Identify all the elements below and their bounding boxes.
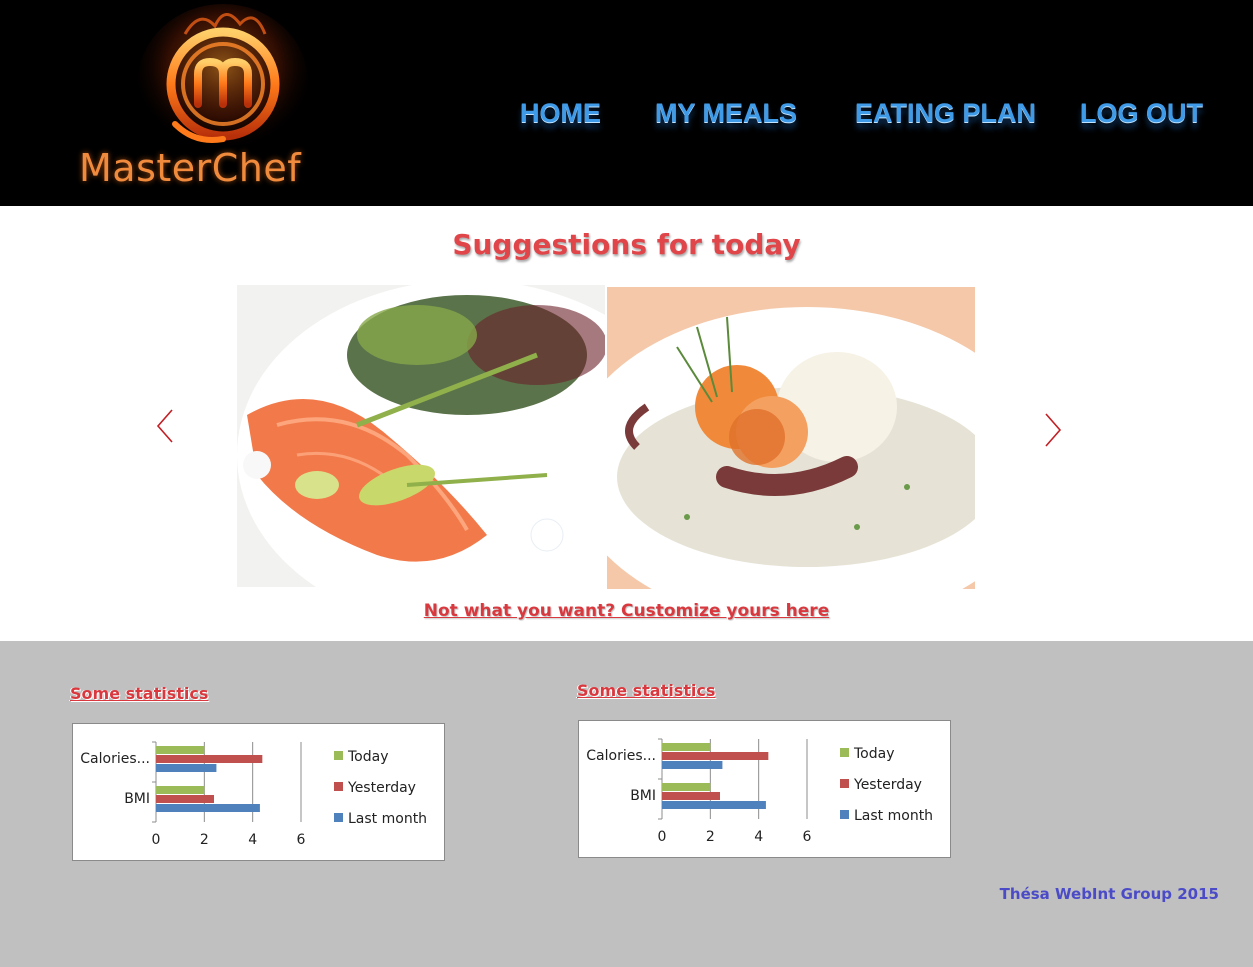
x-tick-label: 0 [152,832,161,848]
stats-title-left[interactable]: Some statistics [70,684,208,703]
legend-label: Last month [854,808,933,824]
nav-home[interactable]: HOME [520,98,601,129]
meal-image-shrimp[interactable] [607,287,975,589]
legend-label: Today [347,749,389,765]
legend-label: Today [853,746,895,762]
bar-yesterday [156,795,214,803]
x-tick-label: 0 [658,829,667,845]
category-label: Calories... [80,751,150,767]
bar-yesterday [662,752,769,760]
bar-yesterday [662,792,720,800]
logo-text: MasterChef [79,146,302,190]
bar-today [156,786,205,794]
stats-title-right[interactable]: Some statistics [577,681,715,700]
category-label: Calories... [586,748,656,764]
x-tick-label: 6 [803,829,812,845]
legend-swatch [840,779,849,788]
bar-last-month [662,761,723,769]
category-label: BMI [124,791,150,807]
nav-my-meals[interactable]: MY MEALS [655,98,797,129]
x-tick-label: 6 [297,832,306,848]
stats-chart-right: 0 2 4 6 Calories... BMI Today Yesterday Last mon… [578,720,951,858]
shrimp-dish-illustration [607,287,975,589]
x-tick-label: 4 [754,829,763,845]
category-label: BMI [630,788,656,804]
x-tick-label: 4 [248,832,257,848]
carousel-next-arrow[interactable] [1040,412,1066,448]
customize-link-row: Not what you want? Customize yours here [0,601,1253,621]
legend-swatch [334,782,343,791]
bar-last-month [156,804,260,812]
stats-chart-left: 0 2 4 6 Calories... BMI Today Yesterday Last mon… [72,723,445,861]
x-tick-label: 2 [706,829,715,845]
salmon-dish-illustration [237,285,605,587]
nav-log-out[interactable]: LOG OUT [1080,98,1203,129]
legend-swatch [334,751,343,760]
stats-chart-svg: 0 2 4 6 Calories... BMI Today Yesterday Last mon… [586,738,933,845]
customize-link[interactable]: Not what you want? Customize yours here [424,601,829,621]
legend-label: Last month [348,811,427,827]
suggestions-title: Suggestions for today [452,228,801,261]
legend-swatch [840,810,849,819]
bar-last-month [156,764,217,772]
nav-eating-plan[interactable]: EATING PLAN [855,98,1036,129]
legend-label: Yesterday [853,777,922,793]
bar-today [156,746,205,754]
x-tick-label: 2 [200,832,209,848]
bar-today [662,743,711,751]
legend-label: Yesterday [347,780,416,796]
header: MasterChef HOME MY MEALS EATING PLAN LOG… [0,0,1253,206]
legend-swatch [840,748,849,757]
legend-swatch [334,813,343,822]
bar-today [662,783,711,791]
carousel-prev-arrow[interactable] [152,408,178,444]
footer-credit: Thésa WebInt Group 2015 [999,885,1219,903]
meal-image-salmon[interactable] [237,285,605,587]
stats-chart-svg: 0 2 4 6 Calories... BMI Today Yesterday Last mon… [80,741,427,848]
bar-last-month [662,801,766,809]
bar-yesterday [156,755,263,763]
